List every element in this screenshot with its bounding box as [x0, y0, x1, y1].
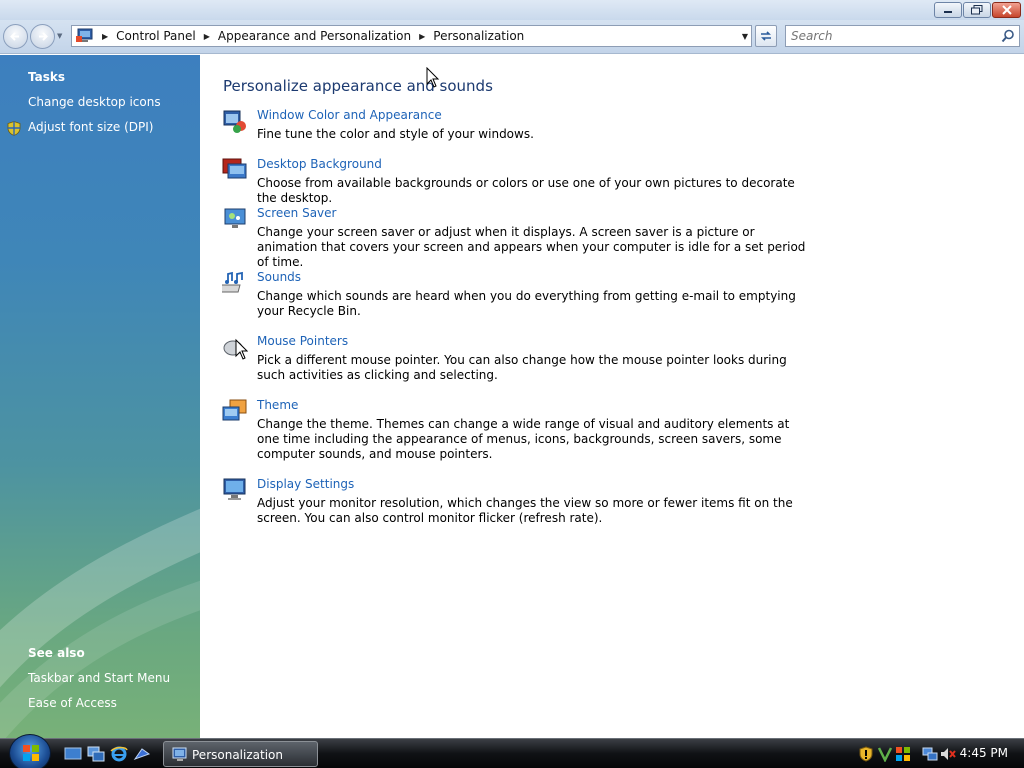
breadcrumb-control-panel[interactable]: Control Panel	[116, 29, 196, 43]
breadcrumb-personalization[interactable]: Personalization	[433, 29, 524, 43]
sounds-description: Change which sounds are heard when you d…	[257, 289, 796, 318]
close-icon	[1001, 5, 1012, 15]
see-also-taskbar-start-menu[interactable]: Taskbar and Start Menu	[28, 671, 170, 685]
see-also-ease-of-access[interactable]: Ease of Access	[28, 696, 117, 710]
mouse-cursor-icon	[426, 67, 440, 88]
taskbar: Personalization 4:45 PM	[0, 734, 1024, 768]
task-adjust-font-size[interactable]: Adjust font size (DPI)	[28, 120, 153, 134]
page-title: Personalize appearance and sounds	[223, 77, 493, 95]
window-color-link[interactable]: Window Color and Appearance	[257, 108, 442, 122]
desktop-background-icon[interactable]	[222, 157, 248, 183]
theme-link[interactable]: Theme	[257, 398, 298, 412]
minimize-icon	[944, 11, 952, 13]
address-dropdown-icon[interactable]: ▼	[742, 32, 748, 41]
theme-description: Change the theme. Themes can change a wi…	[257, 417, 790, 461]
screen-saver-link[interactable]: Screen Saver	[257, 206, 336, 220]
display-settings-description: Adjust your monitor resolution, which ch…	[257, 496, 793, 525]
screen-saver-description: Change your screen saver or adjust when …	[257, 225, 806, 269]
forward-arrow-icon	[39, 32, 48, 41]
show-desktop-icon[interactable]	[64, 746, 82, 762]
main-content: Personalize appearance and sounds Window…	[200, 55, 1024, 738]
media-player-icon[interactable]	[133, 746, 151, 762]
sounds-link[interactable]: Sounds	[257, 270, 301, 284]
screen-saver-icon[interactable]	[222, 206, 248, 232]
window-color-icon[interactable]	[222, 108, 248, 134]
display-settings-icon[interactable]	[222, 477, 248, 503]
breadcrumb-separator-icon[interactable]: ▶	[204, 32, 210, 41]
refresh-icon	[761, 31, 771, 41]
breadcrumb-separator-icon[interactable]: ▶	[102, 32, 108, 41]
see-also-heading: See also	[28, 646, 85, 660]
task-change-desktop-icons[interactable]: Change desktop icons	[28, 95, 161, 109]
search-icon[interactable]	[1001, 29, 1015, 43]
back-button[interactable]	[3, 24, 28, 49]
window-color-description: Fine tune the color and style of your wi…	[257, 127, 534, 141]
back-arrow-icon	[10, 32, 19, 41]
mouse-pointers-icon[interactable]	[222, 334, 248, 360]
tasks-heading: Tasks	[28, 70, 66, 84]
windows-defender-icon[interactable]	[877, 746, 893, 762]
recent-pages-dropdown[interactable]: ▼	[57, 32, 65, 42]
desktop-background-link[interactable]: Desktop Background	[257, 157, 382, 171]
windows-logo-icon	[23, 745, 39, 761]
windows-update-icon[interactable]	[895, 746, 911, 762]
restore-button[interactable]	[963, 2, 991, 18]
address-bar[interactable]: ▶ Control Panel ▶ Appearance and Persona…	[71, 25, 752, 47]
search-input[interactable]	[791, 29, 996, 43]
desktop-background-description: Choose from available backgrounds or col…	[257, 176, 795, 205]
network-icon[interactable]	[922, 746, 938, 762]
breadcrumb-appearance[interactable]: Appearance and Personalization	[218, 29, 411, 43]
uac-shield-icon	[7, 121, 21, 136]
title-bar	[0, 0, 1024, 20]
start-button[interactable]	[9, 734, 51, 768]
forward-button[interactable]	[30, 24, 55, 49]
breadcrumb-separator-icon[interactable]: ▶	[419, 32, 425, 41]
search-box[interactable]	[785, 25, 1020, 47]
internet-explorer-icon[interactable]	[110, 746, 128, 762]
sidebar: Tasks Change desktop icons Adjust font s…	[0, 55, 200, 738]
restore-icon	[971, 5, 983, 15]
mouse-pointers-description: Pick a different mouse pointer. You can …	[257, 353, 787, 382]
volume-muted-icon[interactable]	[940, 746, 956, 762]
sounds-icon[interactable]	[222, 270, 248, 296]
switch-windows-icon[interactable]	[87, 746, 105, 762]
refresh-button[interactable]	[755, 25, 777, 47]
taskbar-window-button[interactable]: Personalization	[163, 741, 318, 767]
navigation-bar: ▼ ▶ Control Panel ▶ Appearance and Perso…	[0, 20, 1024, 54]
mouse-pointers-link[interactable]: Mouse Pointers	[257, 334, 348, 348]
minimize-button[interactable]	[934, 2, 962, 18]
display-settings-link[interactable]: Display Settings	[257, 477, 354, 491]
control-panel-icon	[76, 28, 93, 42]
system-tray: 4:45 PM	[852, 739, 1024, 768]
theme-icon[interactable]	[222, 398, 248, 424]
close-button[interactable]	[992, 2, 1021, 18]
security-alert-icon[interactable]	[858, 746, 874, 762]
control-panel-icon	[172, 747, 187, 761]
taskbar-window-label: Personalization	[192, 748, 283, 762]
clock[interactable]: 4:45 PM	[960, 746, 1008, 760]
